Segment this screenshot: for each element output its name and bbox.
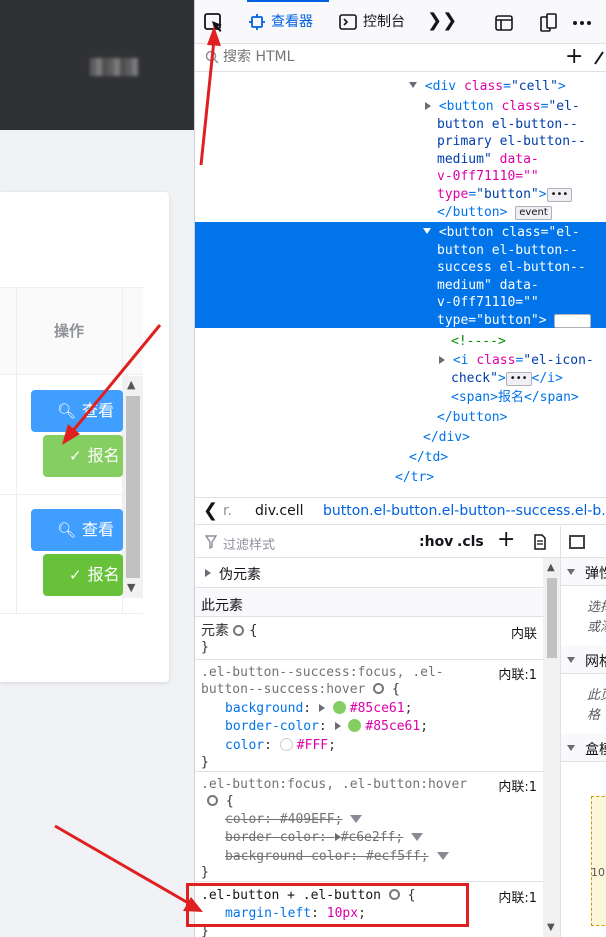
breadcrumb-item[interactable]: div.cell (255, 498, 304, 524)
console-icon (339, 14, 357, 30)
css-rule-element[interactable]: 元素 { 内联 } (195, 618, 543, 660)
layout-side-panel: 弹性 选择 或添 网格 此页 格 盒模型 10 (561, 526, 606, 937)
color-swatch[interactable] (279, 738, 293, 751)
hov-toggle[interactable]: :hov (419, 534, 453, 550)
styles-filter-bar: 过滤样式 :hov .cls + (195, 526, 560, 558)
toggle-sidebar-icon[interactable] (569, 535, 585, 549)
css-declaration-overridden[interactable]: color: #409EFF; (225, 811, 363, 829)
collapsed-content-badge[interactable]: ••• (505, 372, 532, 386)
add-node-button[interactable]: + (565, 44, 583, 69)
print-media-icon[interactable] (533, 534, 547, 550)
color-swatch[interactable] (332, 701, 346, 714)
inspector-icon (249, 14, 265, 30)
color-swatch[interactable] (348, 719, 362, 732)
this-element-header: 此元素 (195, 589, 543, 617)
event-badge[interactable]: event (515, 206, 552, 220)
signup-button[interactable]: ✓ 报名 (43, 554, 123, 596)
frame-picker-icon[interactable] (493, 12, 515, 34)
css-rule-button-hover[interactable]: .el-button:focus, .el-button:hover 内联:1 … (195, 772, 543, 882)
table-row: 🔍︎ 查看 ✓ 报名 (0, 376, 143, 495)
more-tabs-icon[interactable]: ❯❯ (427, 10, 457, 31)
filter-icon[interactable] (411, 833, 424, 841)
filter-icon[interactable] (350, 815, 363, 823)
tab-inspector[interactable]: 查看器 (247, 0, 329, 44)
page-header (0, 0, 194, 130)
css-declaration-overridden[interactable]: background-color: #ecf5ff; (225, 848, 449, 866)
web-page-area: 操作 🔍︎ 查看 ✓ 报名 🔍︎ 查看 ✓ 报名 ▲ ▼ (0, 0, 194, 937)
css-declaration[interactable]: color: #FFF; (225, 737, 336, 755)
gear-icon[interactable] (373, 683, 385, 694)
view-button[interactable]: 🔍︎ 查看 (31, 390, 123, 432)
scroll-up-icon[interactable]: ▲ (547, 562, 555, 573)
scroll-down-icon[interactable]: ▼ (547, 922, 555, 933)
check-icon: ✓ (69, 447, 82, 465)
chevron-left-icon[interactable]: ❮ (203, 498, 218, 524)
pseudo-elements-section[interactable]: 伪元素 (195, 558, 543, 588)
scroll-up-icon[interactable]: ▲ (127, 378, 135, 391)
check-icon: ✓ (69, 566, 82, 584)
breadcrumb-item-selected[interactable]: button.el-button.el-button--success.el-b… (323, 498, 606, 524)
css-declaration[interactable]: background: #85ce61; (225, 700, 412, 718)
styles-filter-input[interactable]: 过滤样式 (223, 534, 275, 553)
scroll-down-icon[interactable]: ▼ (127, 581, 135, 594)
annotation-highlight-box (186, 883, 469, 927)
column-header-operation: 操作 (54, 322, 85, 340)
signup-button[interactable]: ✓ 报名 (43, 435, 123, 477)
filter-icon (205, 535, 217, 549)
markup-node-div-cell[interactable]: <div class="cell"> (409, 78, 566, 96)
html-search-input[interactable] (223, 49, 523, 65)
breadcrumb-item[interactable]: r. (223, 498, 232, 524)
scroll-thumb[interactable] (126, 396, 140, 578)
cls-toggle[interactable]: .cls (457, 534, 484, 550)
tab-console[interactable]: 控制台 (339, 0, 405, 44)
table-header: 操作 (0, 287, 143, 376)
view-button[interactable]: 🔍︎ 查看 (31, 509, 123, 551)
markup-comment-node[interactable]: <!----> (451, 333, 506, 351)
collapsed-content-badge[interactable]: ••• (546, 188, 573, 202)
rules-scrollbar[interactable]: ▲ ▼ (543, 558, 560, 937)
table-scrollbar[interactable]: ▲ ▼ (123, 376, 143, 598)
eyedropper-icon[interactable] (593, 48, 606, 66)
css-declaration-overridden[interactable]: border-color: #c6e2ff; (225, 829, 424, 847)
grid-section[interactable]: 网格 (561, 646, 606, 674)
gear-icon[interactable] (233, 625, 245, 636)
css-rule-success-hover[interactable]: .el-button--success:focus, .el- 内联:1 but… (195, 660, 543, 772)
gear-icon[interactable] (207, 795, 218, 806)
markup-node-span[interactable]: <span>报名</span> (451, 389, 579, 407)
devtools-panel: 查看器 控制台 ❯❯ + <div cl (194, 0, 606, 937)
breadcrumb: ❮ r. div.cell button.el-button.el-button… (195, 497, 606, 525)
box-model-value[interactable]: 10 (591, 866, 605, 879)
rules-view: 过滤样式 :hov .cls + 伪元素 此元素 元素 { 内联 } .el-b… (195, 526, 561, 937)
search-icon: 🔍︎ (57, 402, 77, 420)
css-declaration[interactable]: border-color: #85ce61; (225, 718, 428, 736)
search-icon (205, 50, 219, 64)
add-rule-button[interactable]: + (497, 527, 515, 552)
table-row: 🔍︎ 查看 ✓ 报名 (0, 495, 143, 614)
scroll-thumb[interactable] (547, 578, 557, 658)
markup-view[interactable]: <div class="cell"> <button class="el- bu… (195, 72, 606, 497)
box-model-diagram (591, 796, 606, 926)
more-options-icon[interactable] (571, 12, 593, 34)
markup-node-icon[interactable]: <i class="el-icon- (439, 352, 594, 370)
filter-icon[interactable] (436, 852, 449, 860)
markup-node-button-primary[interactable]: <button class="el- (425, 98, 580, 116)
devtools-toolbar: 查看器 控制台 ❯❯ (195, 0, 606, 44)
box-model-section[interactable]: 盒模型 (561, 734, 606, 762)
responsive-mode-icon[interactable] (537, 12, 559, 34)
flexbox-section[interactable]: 弹性 (561, 558, 606, 586)
event-badge[interactable]: event (554, 314, 591, 328)
element-picker-icon[interactable] (203, 12, 225, 34)
markup-node-button-success-selected[interactable]: <button class="el- button el-button-- su… (195, 222, 606, 328)
blurred-user-info (90, 58, 138, 76)
search-icon: 🔍︎ (57, 521, 77, 539)
html-search-bar: + (195, 44, 606, 72)
